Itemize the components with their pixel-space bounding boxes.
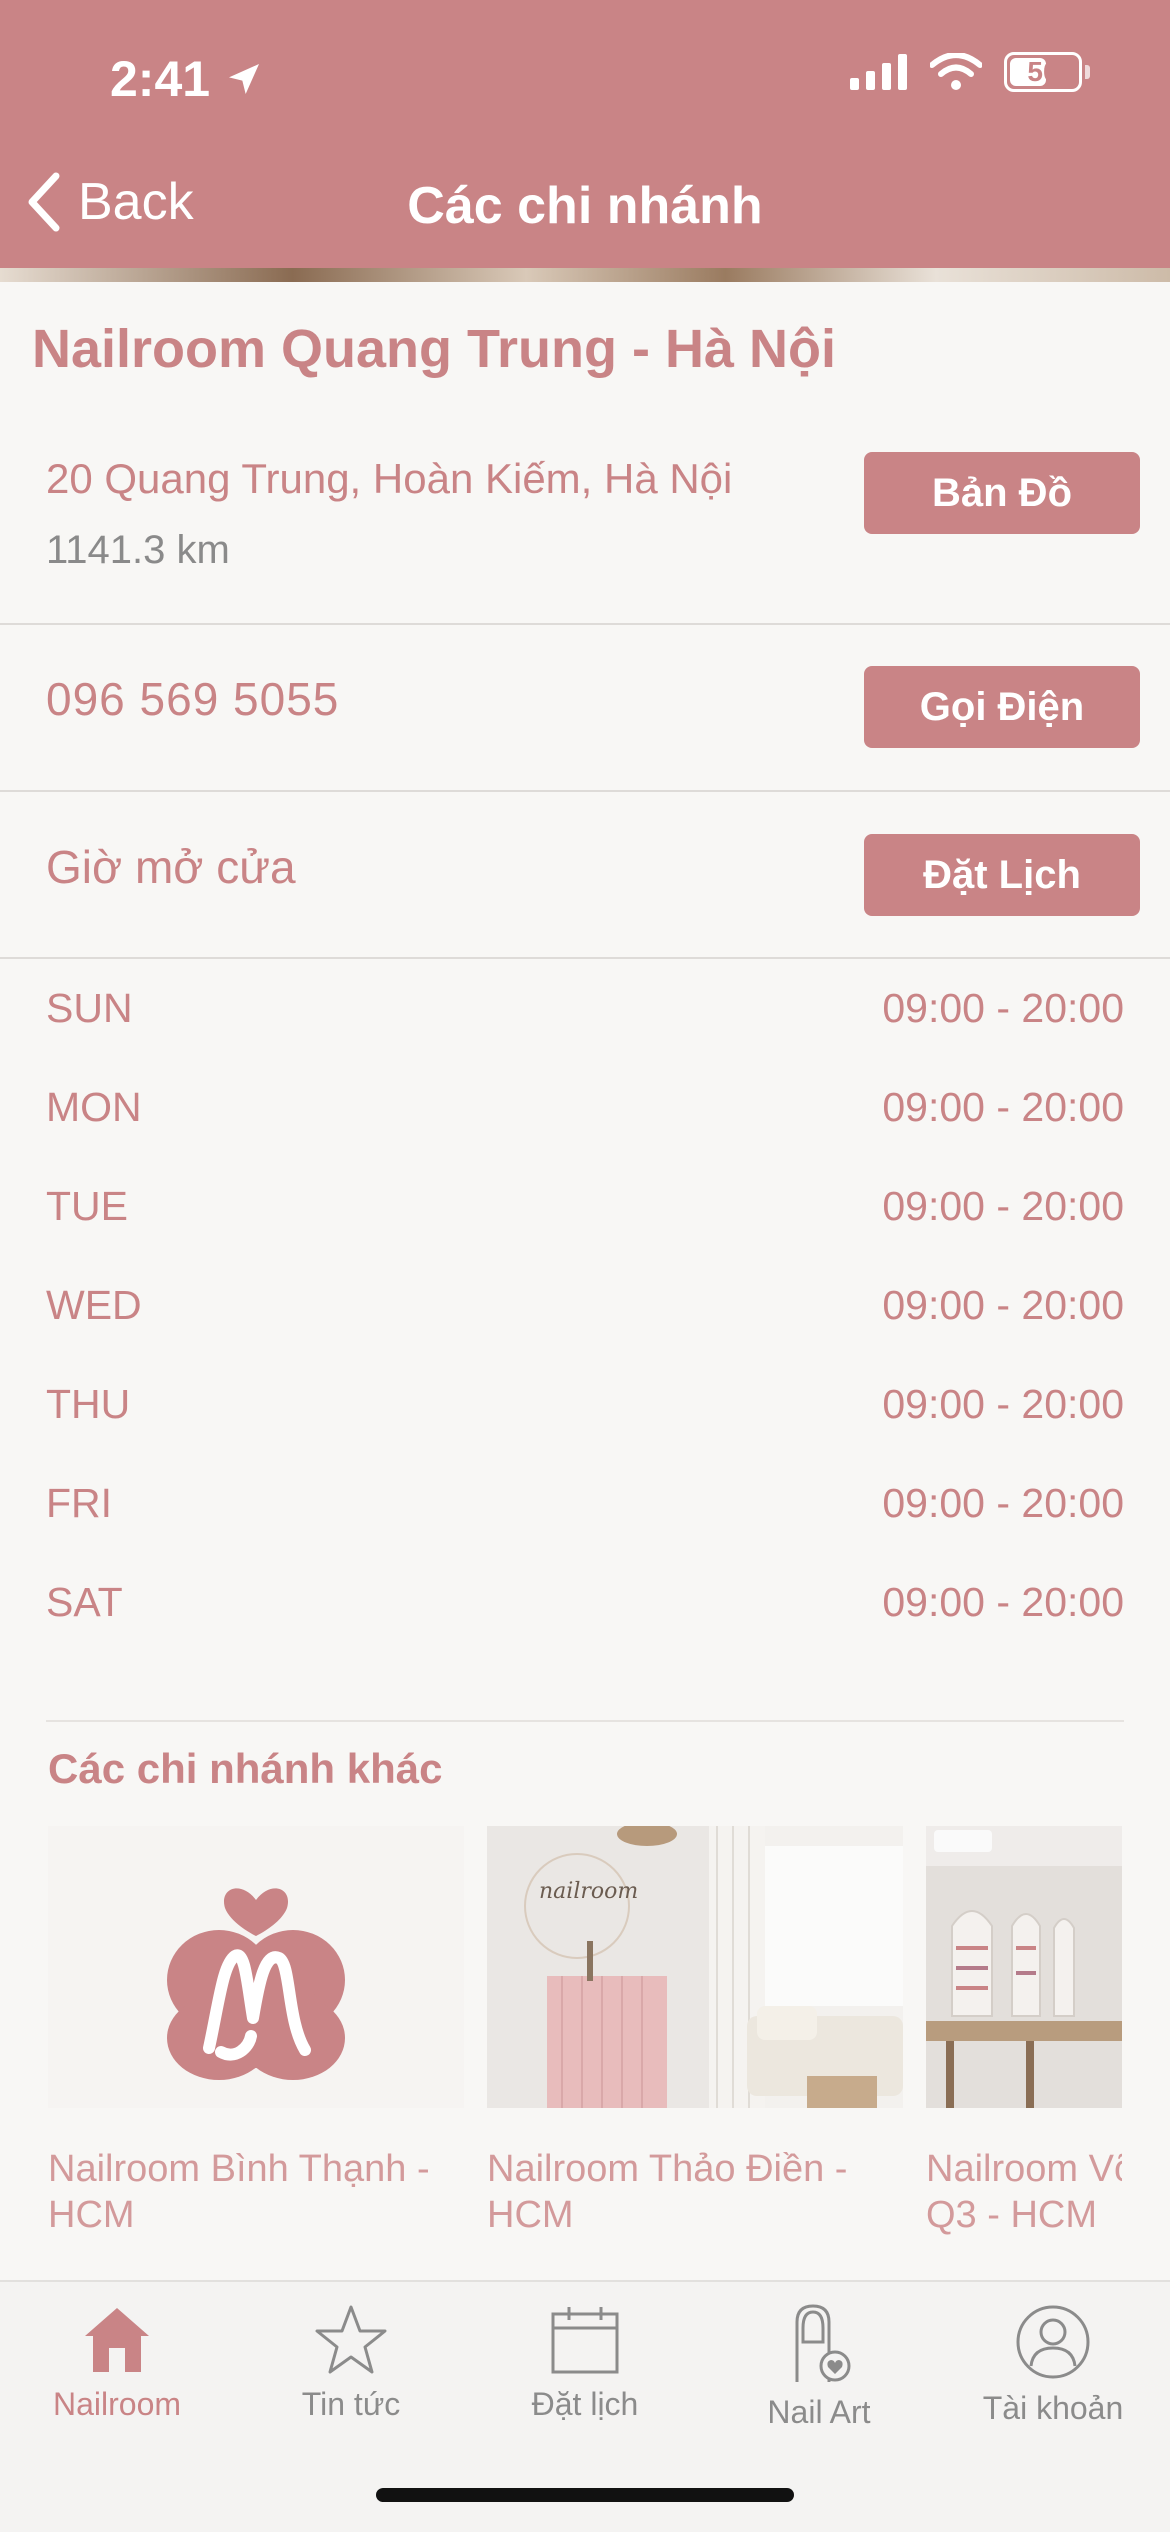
time-range: 09:00 - 20:00 — [882, 1381, 1124, 1427]
day-label: WED — [46, 1282, 142, 1328]
location-arrow-icon — [229, 64, 260, 94]
status-icons: 50 — [850, 52, 1090, 92]
hours-row-sun: SUN 09:00 - 20:00 — [46, 985, 1124, 1084]
home-icon — [85, 2308, 149, 2372]
status-time-label: 2:41 — [110, 51, 211, 107]
tab-label: Đặt lịch — [531, 2386, 639, 2422]
branch-card-vo[interactable]: Nailroom Võ Q3 - HCM — [926, 1826, 1122, 2238]
app-header: 2:41 50 Back Các chi nhánh — [0, 0, 1170, 275]
tab-label: Tài khoản — [982, 2390, 1124, 2426]
hero-image — [0, 268, 1170, 282]
tab-nail-art[interactable]: Nail Art — [702, 2304, 936, 2431]
branch-card-line1: Nailroom Bình Thạnh - — [48, 2148, 430, 2190]
page-title: Các chi nhánh — [407, 177, 763, 235]
hours-row-thu: THU 09:00 - 20:00 — [46, 1381, 1124, 1480]
salon-interior-image: nailroom — [487, 1826, 903, 2108]
branch-card-line2: HCM — [48, 2194, 135, 2236]
branch-card-line2: HCM — [487, 2194, 574, 2236]
book-button[interactable]: Đặt Lịch — [864, 834, 1140, 916]
svg-text:nailroom: nailroom — [539, 1879, 638, 1904]
branch-address: 20 Quang Trung, Hoàn Kiếm, Hà Nội — [46, 455, 733, 502]
divider — [0, 957, 1170, 959]
time-range: 09:00 - 20:00 — [882, 1282, 1124, 1328]
day-label: SUN — [46, 985, 133, 1031]
divider — [0, 623, 1170, 625]
time-range: 09:00 - 20:00 — [882, 1084, 1124, 1130]
nail-icon — [795, 2304, 851, 2382]
divider — [0, 790, 1170, 792]
tab-news[interactable]: Tin tức — [234, 2304, 468, 2423]
time-range: 09:00 - 20:00 — [882, 1579, 1124, 1625]
branch-card-line1: Nailroom Thảo Điền - — [487, 2148, 848, 2190]
salon-interior-image — [926, 1826, 1122, 2108]
divider — [46, 1720, 1124, 1722]
tab-nailroom[interactable]: Nailroom — [0, 2304, 234, 2423]
star-icon — [315, 2305, 387, 2374]
call-button[interactable]: Gọi Điện — [864, 666, 1140, 748]
branch-phone: 096 569 5055 — [46, 673, 340, 725]
day-label: THU — [46, 1381, 131, 1427]
map-button[interactable]: Bản Đồ — [864, 452, 1140, 534]
tab-booking[interactable]: Đặt lịch — [468, 2304, 702, 2423]
other-branches-carousel[interactable]: Nailroom Bình Thạnh - HCM nailroom Nailr… — [48, 1826, 1122, 2246]
day-label: FRI — [46, 1480, 113, 1526]
time-range: 09:00 - 20:00 — [882, 985, 1124, 1031]
opening-hours-label: Giờ mở cửa — [46, 841, 296, 893]
day-label: MON — [46, 1084, 142, 1130]
tab-account[interactable]: Tài khoản — [936, 2304, 1170, 2427]
hours-row-sat: SAT 09:00 - 20:00 — [46, 1579, 1124, 1678]
branch-logo-image — [48, 1826, 464, 2108]
battery-icon: 50 — [1004, 52, 1090, 92]
hours-list: SUN 09:00 - 20:00 MON 09:00 - 20:00 TUE … — [46, 985, 1124, 1678]
branch-card-thao-dien[interactable]: nailroom Nailroom Thảo Điền - HCM — [487, 1826, 903, 2238]
status-time: 2:41 — [110, 50, 264, 108]
branch-photo — [926, 1826, 1122, 2108]
day-label: SAT — [46, 1579, 123, 1625]
branch-card-label: Nailroom Thảo Điền - HCM — [487, 2146, 903, 2238]
signal-icon — [850, 54, 907, 90]
battery-level: 50 — [1027, 56, 1059, 87]
wifi-icon — [930, 53, 982, 90]
calendar-icon — [551, 2307, 619, 2374]
branch-name: Nailroom Quang Trung - Hà Nội — [32, 319, 837, 379]
nailroom-logo-icon — [167, 1888, 345, 2080]
time-range: 09:00 - 20:00 — [882, 1480, 1124, 1526]
time-range: 09:00 - 20:00 — [882, 1183, 1124, 1229]
branch-card-line1: Nailroom Võ — [926, 2148, 1122, 2190]
branch-card-binh-thanh[interactable]: Nailroom Bình Thạnh - HCM — [48, 1826, 464, 2238]
other-branches-title: Các chi nhánh khác — [48, 1745, 443, 1792]
hours-row-fri: FRI 09:00 - 20:00 — [46, 1480, 1124, 1579]
home-indicator — [376, 2488, 794, 2502]
hours-row-mon: MON 09:00 - 20:00 — [46, 1084, 1124, 1183]
tab-label: Tin tức — [301, 2386, 401, 2422]
day-label: TUE — [46, 1183, 128, 1229]
branch-distance: 1141.3 km — [46, 528, 230, 572]
hours-row-wed: WED 09:00 - 20:00 — [46, 1282, 1124, 1381]
branch-photo: nailroom — [487, 1826, 903, 2108]
hours-row-tue: TUE 09:00 - 20:00 — [46, 1183, 1124, 1282]
branch-card-label: Nailroom Bình Thạnh - HCM — [48, 2146, 464, 2238]
branch-card-line2: Q3 - HCM — [926, 2194, 1097, 2236]
tab-label: Nailroom — [52, 2386, 182, 2422]
branch-card-label: Nailroom Võ Q3 - HCM — [926, 2146, 1122, 2238]
tab-label: Nail Art — [767, 2394, 871, 2430]
user-icon — [1016, 2305, 1090, 2379]
